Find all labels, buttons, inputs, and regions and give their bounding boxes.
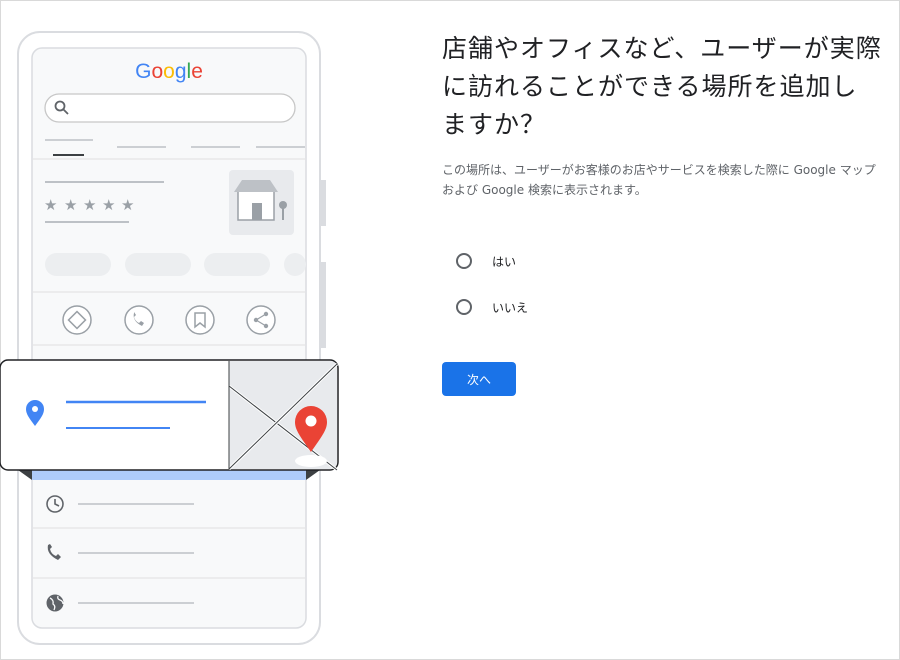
radio-button[interactable] <box>456 253 472 269</box>
svg-text:★: ★ <box>121 196 134 214</box>
google-logo: Google <box>135 60 203 83</box>
search-bar <box>44 93 296 123</box>
option-label: いいえ <box>492 300 529 315</box>
svg-text:★: ★ <box>83 196 96 214</box>
next-button[interactable]: 次へ <box>442 362 516 396</box>
directions-icon <box>62 305 92 335</box>
bookmark-icon <box>185 305 215 335</box>
google-maps-illustration: Google ★ ★ ★ ★ ★ <box>0 31 339 645</box>
description: この場所は、ユーザーがお客様のお店やサービスを検索した際に Google マップ… <box>442 163 876 197</box>
svg-text:★: ★ <box>102 196 115 214</box>
radio-button[interactable] <box>456 299 472 315</box>
share-icon <box>246 305 276 335</box>
option-label: はい <box>492 254 517 269</box>
page-title: 店舗やオフィスなど、ユーザーが実際に訪れることができる場所を追加しますか？ <box>442 34 882 139</box>
option-no[interactable]: いいえ <box>442 284 882 330</box>
option-yes[interactable]: はい <box>442 238 882 284</box>
question-panel: 店舗やオフィスなど、ユーザーが実際に訪れることができる場所を追加しますか？ この… <box>442 30 882 396</box>
globe-icon <box>46 594 64 612</box>
svg-text:★: ★ <box>44 196 57 214</box>
svg-text:★: ★ <box>64 196 77 214</box>
options-group: はい いいえ <box>442 238 882 330</box>
phone-icon <box>124 305 154 335</box>
